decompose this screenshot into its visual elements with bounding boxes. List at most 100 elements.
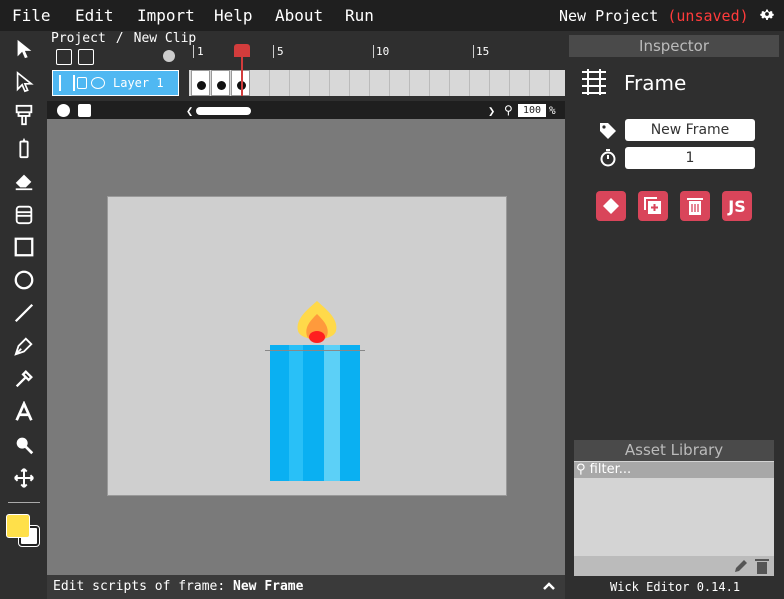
stage[interactable] <box>107 196 507 496</box>
breadcrumb-project[interactable]: Project <box>51 31 106 46</box>
zoom-percent-label: % <box>549 104 556 117</box>
breadcrumb: Project / New Clip <box>51 31 206 46</box>
menu-run[interactable]: Run <box>345 6 374 25</box>
keyframe-button[interactable] <box>596 191 626 221</box>
pencil-edit-icon[interactable] <box>733 558 749 574</box>
edit-script-button[interactable]: JS <box>722 191 752 221</box>
zoom-icon[interactable] <box>11 432 37 458</box>
select-icon[interactable] <box>11 69 37 95</box>
empty-frame[interactable] <box>251 70 270 96</box>
asset-library-footer <box>574 556 774 576</box>
keyframe-dot <box>217 81 226 90</box>
trash-icon[interactable] <box>755 558 769 574</box>
rectangle-icon[interactable] <box>11 234 37 260</box>
keyframe[interactable] <box>191 70 210 96</box>
ruler-tick <box>193 45 194 58</box>
fill-color-swatch[interactable] <box>6 514 30 538</box>
pencil-icon[interactable] <box>11 135 37 161</box>
scroll-right-icon[interactable]: ❯ <box>488 104 495 118</box>
empty-frame[interactable] <box>511 70 530 96</box>
empty-frame[interactable] <box>451 70 470 96</box>
frame-icon <box>582 69 606 95</box>
menu-help[interactable]: Help <box>214 6 253 25</box>
ruler-label-1: 1 <box>197 45 204 58</box>
frame-length-field[interactable]: 1 <box>625 147 755 169</box>
empty-frame[interactable] <box>271 70 290 96</box>
cursor-icon[interactable] <box>11 36 37 62</box>
ellipse-icon[interactable] <box>11 267 37 293</box>
inspector-object-type: Frame <box>624 71 687 95</box>
empty-frame[interactable] <box>411 70 430 96</box>
delete-layer-icon[interactable] <box>78 49 94 65</box>
lock-icon[interactable] <box>77 77 87 89</box>
search-icon: ⚲ <box>576 462 586 477</box>
asset-filter-placeholder: filter... <box>589 462 632 477</box>
empty-frame[interactable] <box>431 70 450 96</box>
layer-row[interactable]: Layer 1 <box>52 70 179 96</box>
brush-icon[interactable] <box>11 102 37 128</box>
ruler-label-15: 15 <box>476 45 490 58</box>
playhead-line <box>241 52 243 96</box>
ruler-tick <box>473 45 474 58</box>
timer-icon <box>600 149 616 167</box>
line-icon[interactable] <box>11 300 37 326</box>
chevron-up-icon[interactable] <box>541 578 557 594</box>
empty-frame[interactable] <box>391 70 410 96</box>
menu-edit[interactable]: Edit <box>75 6 114 25</box>
duplicate-frame-button[interactable] <box>638 191 668 221</box>
pause-button[interactable] <box>78 104 91 117</box>
empty-frame[interactable] <box>331 70 350 96</box>
menu-about[interactable]: About <box>275 6 323 25</box>
diamond-icon <box>603 198 619 214</box>
menu-import[interactable]: Import <box>137 6 195 25</box>
keyframe[interactable] <box>211 70 230 96</box>
inspector-header: Inspector <box>569 35 779 57</box>
menu-file[interactable]: File <box>12 6 51 25</box>
ruler-label-10: 10 <box>376 45 390 58</box>
pan-icon[interactable] <box>11 465 37 491</box>
gear-icon[interactable] <box>758 5 776 23</box>
candle-body[interactable] <box>270 345 360 481</box>
keyframe-dot <box>197 81 206 90</box>
add-layer-icon[interactable] <box>56 49 72 65</box>
candle-drawing[interactable] <box>108 197 508 497</box>
empty-frame[interactable] <box>531 70 550 96</box>
empty-frame[interactable] <box>491 70 510 96</box>
text-icon[interactable] <box>11 399 37 425</box>
timeline-controls: ❮ ❯ ⚲ <box>47 101 565 119</box>
asset-filter-input[interactable]: ⚲ filter... <box>574 462 774 478</box>
timeline-zoom-field[interactable]: 100 <box>518 104 546 117</box>
eyedropper-icon[interactable] <box>11 366 37 392</box>
scroll-left-icon[interactable]: ❮ <box>186 104 193 118</box>
scriptbar-label: Edit scripts of frame: <box>53 579 226 594</box>
version-label: Wick Editor 0.14.1 <box>610 580 741 594</box>
empty-frame[interactable] <box>471 70 490 96</box>
ruler-tick <box>273 45 274 58</box>
fill-bucket-icon[interactable] <box>11 201 37 227</box>
timeline-scroll-thumb[interactable] <box>196 107 251 115</box>
empty-frame[interactable] <box>311 70 330 96</box>
breadcrumb-clip[interactable]: New Clip <box>134 31 197 46</box>
unsaved-status: (unsaved) <box>667 7 749 25</box>
empty-frame[interactable] <box>371 70 390 96</box>
candle-rim <box>265 350 365 351</box>
visibility-icon[interactable] <box>91 77 105 89</box>
script-bar[interactable]: Edit scripts of frame: New Frame <box>47 575 565 599</box>
frame-name-field[interactable]: New Frame <box>625 119 755 141</box>
tag-icon <box>600 123 616 139</box>
menu-bar: File Edit Import Help About Run New Proj… <box>0 0 784 31</box>
layer-name[interactable]: Layer 1 <box>113 76 164 90</box>
delete-frame-button[interactable] <box>680 191 710 221</box>
onion-skin-icon[interactable] <box>163 50 175 62</box>
zoom-icon: ⚲ <box>504 103 513 117</box>
empty-frame[interactable] <box>291 70 310 96</box>
layer-drag-handle-icon[interactable] <box>59 75 75 91</box>
pen-icon[interactable] <box>11 333 37 359</box>
eraser-icon[interactable] <box>11 168 37 194</box>
play-button[interactable] <box>57 104 70 117</box>
asset-library-header: Asset Library <box>574 440 774 461</box>
candle-stripe <box>324 345 340 481</box>
breadcrumb-separator: / <box>115 31 124 46</box>
empty-frame[interactable] <box>351 70 370 96</box>
ruler-tick <box>373 45 374 58</box>
